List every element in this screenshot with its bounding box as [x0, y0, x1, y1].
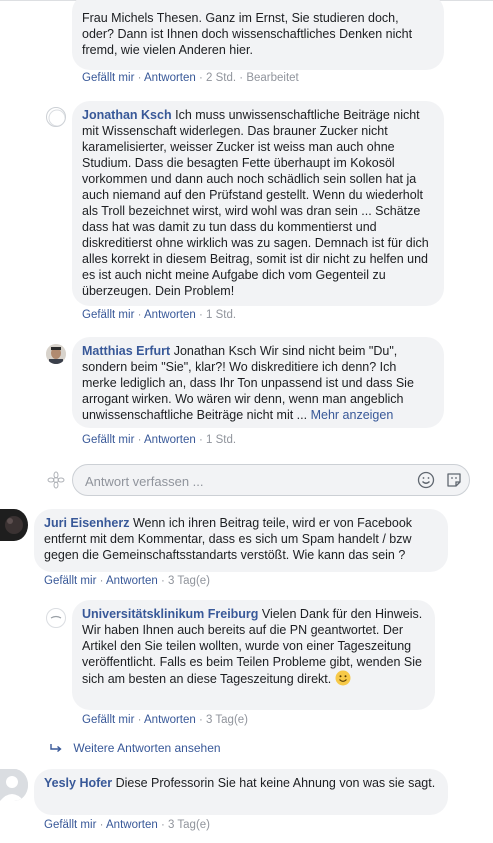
avatar[interactable]	[0, 769, 28, 801]
comment-bubble: Matthias Erfurt Jonathan Ksch Wir sind n…	[72, 337, 444, 428]
avatar[interactable]	[46, 107, 66, 127]
like-link[interactable]: Gefällt mir	[82, 714, 134, 726]
comment-text: Ich muss unwissenschaftliche Beiträge ni…	[82, 108, 429, 298]
comment-actions: Gefällt mir · Antworten · 1 Std.	[82, 309, 237, 321]
composer-avatar	[46, 470, 66, 490]
like-link[interactable]: Gefällt mir	[82, 309, 134, 321]
reply-link[interactable]: Antworten	[144, 72, 196, 84]
comment-author[interactable]: Matthias Erfurt	[82, 344, 170, 358]
comment-actions: Gefällt mir · Antworten · 3 Tag(e)	[82, 714, 248, 726]
sticker-icon[interactable]	[445, 471, 463, 494]
comment-author[interactable]: Juri Eisenherz	[44, 516, 129, 530]
reply-link[interactable]: Antworten	[144, 714, 196, 726]
reply-composer[interactable]	[72, 464, 470, 496]
comment-text: Frau Michels Thesen. Ganz im Ernst, Sie …	[82, 11, 413, 57]
comment-bubble: Juri Eisenherz Wenn ich ihren Beitrag te…	[34, 509, 448, 572]
more-replies-link[interactable]: Weitere Antworten ansehen	[50, 741, 221, 756]
comment-text: Diese Professorin Sie hat keine Ahnung v…	[115, 776, 436, 790]
avatar[interactable]	[0, 509, 28, 541]
comment-actions: Gefällt mir · Antworten · 3 Tag(e)	[44, 819, 210, 831]
comment-bubble: Universitätsklinikum Freiburg Vielen Dan…	[72, 600, 435, 710]
comment-bubble: Frau Michels Thesen. Ganz im Ernst, Sie …	[72, 0, 444, 70]
reply-input[interactable]	[83, 471, 407, 491]
logo-icon	[50, 615, 62, 619]
flower-avatar-icon	[47, 471, 65, 489]
more-replies-label[interactable]: Weitere Antworten ansehen	[73, 741, 220, 755]
reply-link[interactable]: Antworten	[144, 309, 196, 321]
timestamp[interactable]: 2 Std.	[206, 72, 236, 84]
comment-actions: Gefällt mir · Antworten · 2 Std. · Bearb…	[82, 72, 299, 84]
timestamp[interactable]: 3 Tag(e)	[168, 575, 210, 587]
reply-arrow-icon	[50, 742, 64, 756]
person-avatar-icon	[0, 509, 28, 541]
comment-actions: Gefällt mir · Antworten · 1 Std.	[82, 434, 237, 446]
reply-link[interactable]: Antworten	[106, 819, 158, 831]
comment-bubble: Yesly Hofer Diese Professorin Sie hat ke…	[34, 769, 448, 815]
timestamp[interactable]: 3 Tag(e)	[168, 819, 210, 831]
comment-actions: Gefällt mir · Antworten · 3 Tag(e)	[44, 575, 210, 587]
like-link[interactable]: Gefällt mir	[82, 72, 134, 84]
timestamp[interactable]: 1 Std.	[206, 434, 236, 446]
reply-link[interactable]: Antworten	[144, 434, 196, 446]
comment-author[interactable]: Jonathan Ksch	[82, 108, 172, 122]
avatar[interactable]	[46, 344, 66, 364]
comment-author[interactable]: Yesly Hofer	[44, 776, 112, 790]
comment-bubble: Jonathan Ksch Ich muss unwissenschaftlic…	[72, 101, 444, 306]
comment-author[interactable]: Universitätsklinikum Freiburg	[82, 607, 258, 621]
like-link[interactable]: Gefällt mir	[44, 575, 96, 587]
timestamp[interactable]: 1 Std.	[206, 309, 236, 321]
timestamp[interactable]: 3 Tag(e)	[206, 714, 248, 726]
default-avatar-icon	[0, 769, 28, 801]
reply-link[interactable]: Antworten	[106, 575, 158, 587]
person-avatar-icon	[46, 344, 66, 364]
default-avatar-icon	[48, 109, 65, 126]
like-link[interactable]: Gefällt mir	[44, 819, 96, 831]
edited-label: Bearbeitet	[246, 72, 299, 84]
smiley-icon[interactable]	[417, 471, 435, 494]
like-link[interactable]: Gefällt mir	[82, 434, 134, 446]
smiley-emoji-icon	[335, 670, 351, 690]
avatar[interactable]	[46, 608, 66, 628]
show-more-link[interactable]: Mehr anzeigen	[311, 408, 394, 422]
